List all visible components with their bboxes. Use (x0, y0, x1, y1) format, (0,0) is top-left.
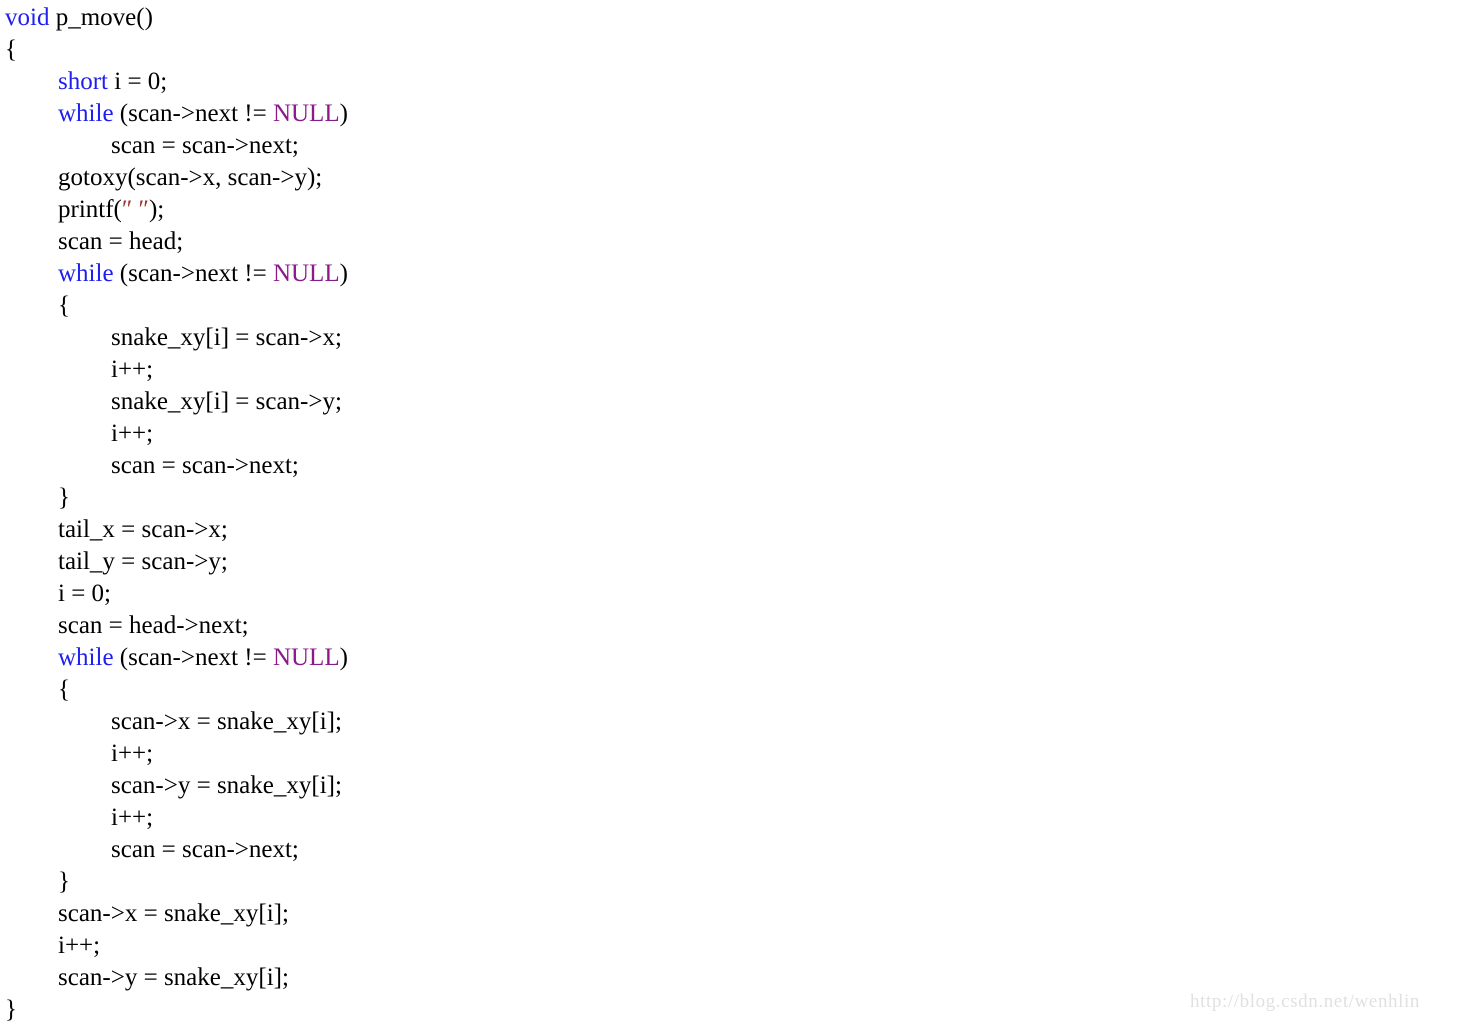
code-token-punct: { (58, 292, 70, 319)
watermark-url: http://blog.csdn.net/wenhlin (1190, 991, 1421, 1012)
code-token-plain: gotoxy(scan->x, scan->y); (58, 164, 323, 191)
code-token-plain: ) (339, 260, 348, 287)
code-token-punct: { (5, 36, 17, 63)
code-token-kw: while (58, 100, 114, 127)
code-token-plain: scan->y = snake_xy[i]; (58, 964, 289, 991)
code-line: { (0, 290, 1484, 322)
code-token-plain: scan = head; (58, 228, 184, 255)
code-token-punct: } (5, 996, 17, 1023)
code-token-plain: scan = scan->next; (111, 836, 299, 863)
code-token-plain: scan->x = snake_xy[i]; (111, 708, 342, 735)
code-line: scan = head; (0, 226, 1484, 258)
code-line: snake_xy[i] = scan->x; (0, 322, 1484, 354)
code-token-kw: while (58, 260, 114, 287)
code-token-plain: tail_y = scan->y; (58, 548, 228, 575)
code-token-plain: i++; (111, 420, 154, 447)
code-line: tail_y = scan->y; (0, 546, 1484, 578)
code-line: } (0, 482, 1484, 514)
code-token-str: ″ ″ (121, 196, 149, 223)
code-token-plain: ); (148, 196, 165, 223)
code-token-plain: ) (339, 644, 348, 671)
code-line: gotoxy(scan->x, scan->y); (0, 162, 1484, 194)
code-line: i++; (0, 354, 1484, 386)
code-token-plain: scan = head->next; (58, 612, 249, 639)
code-line: { (0, 34, 1484, 66)
code-token-plain: i++; (111, 740, 154, 767)
code-token-punct: { (58, 676, 70, 703)
code-line: i++; (0, 738, 1484, 770)
code-token-plain: ) (339, 100, 348, 127)
code-token-plain: i++; (111, 356, 154, 383)
code-token-plain: printf( (58, 196, 122, 223)
code-listing: void p_move(){short i = 0; while (scan->n… (0, 2, 1484, 1024)
code-token-plain: i++; (58, 932, 101, 959)
code-line: { (0, 674, 1484, 706)
code-token-plain: scan->y = snake_xy[i]; (111, 772, 342, 799)
code-line: scan = head->next; (0, 610, 1484, 642)
code-line: scan = scan->next; (0, 834, 1484, 866)
code-line: i++; (0, 418, 1484, 450)
code-token-plain: p_move() (49, 4, 153, 31)
code-token-kw: void (5, 4, 50, 31)
code-line: printf(″ ″); (0, 194, 1484, 226)
code-token-macro: NULL (272, 100, 340, 127)
code-line: i++; (0, 930, 1484, 962)
code-token-plain: tail_x = scan->x; (58, 516, 228, 543)
code-token-plain: (scan->next != (113, 260, 273, 287)
code-token-plain: i++; (111, 804, 154, 831)
code-line: scan = scan->next; (0, 450, 1484, 482)
code-line: void p_move() (0, 2, 1484, 34)
code-line: while (scan->next != NULL) (0, 642, 1484, 674)
code-token-punct: } (58, 484, 70, 511)
code-line: scan->x = snake_xy[i]; (0, 706, 1484, 738)
code-line: scan->y = snake_xy[i]; (0, 962, 1484, 994)
code-line: } (0, 866, 1484, 898)
code-token-plain: scan = scan->next; (111, 452, 299, 479)
code-line: scan = scan->next; (0, 130, 1484, 162)
code-line: scan->x = snake_xy[i]; (0, 898, 1484, 930)
code-line: i++; (0, 802, 1484, 834)
code-screenshot-page: void p_move(){short i = 0; while (scan->n… (0, 0, 1484, 1024)
code-token-kw: short (58, 68, 108, 95)
code-token-plain: i = 0; (58, 580, 111, 607)
code-line: tail_x = scan->x; (0, 514, 1484, 546)
code-line: while (scan->next != NULL) (0, 98, 1484, 130)
code-token-plain: snake_xy[i] = scan->x; (111, 324, 342, 351)
code-token-macro: NULL (272, 260, 340, 287)
code-line: short i = 0; (0, 66, 1484, 98)
code-line: snake_xy[i] = scan->y; (0, 386, 1484, 418)
code-token-plain: scan->x = snake_xy[i]; (58, 900, 289, 927)
code-line: i = 0; (0, 578, 1484, 610)
code-token-plain: i = 0; (108, 68, 168, 95)
code-line: scan->y = snake_xy[i]; (0, 770, 1484, 802)
code-token-macro: NULL (272, 644, 340, 671)
code-token-kw: while (58, 644, 114, 671)
code-token-punct: } (58, 868, 70, 895)
code-line: while (scan->next != NULL) (0, 258, 1484, 290)
code-token-plain: snake_xy[i] = scan->y; (111, 388, 342, 415)
code-token-plain: scan = scan->next; (111, 132, 299, 159)
code-token-plain: (scan->next != (113, 100, 273, 127)
code-token-plain: (scan->next != (113, 644, 273, 671)
